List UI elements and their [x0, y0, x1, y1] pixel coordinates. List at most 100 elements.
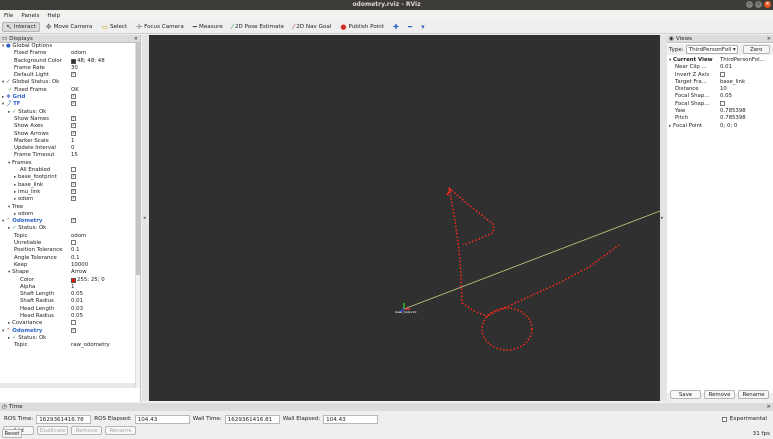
tree-row[interactable]: Frame Rate 30 [0, 65, 135, 72]
menu-help[interactable]: Help [47, 13, 60, 19]
row-value-text[interactable]: 1 [71, 138, 74, 145]
tool-measure[interactable]: ━ Measure [190, 22, 226, 32]
experimental-checkbox[interactable] [721, 416, 727, 422]
expand-arrow-icon[interactable]: ▾ [2, 102, 4, 107]
row-value-text[interactable]: OK [71, 87, 79, 94]
tree-row[interactable]: Marker Scale 1 [0, 138, 135, 145]
maximize-icon[interactable]: ▫ [755, 1, 762, 8]
close-panel-icon[interactable]: × [767, 36, 771, 42]
tree-row[interactable]: Keep 10000 [0, 262, 135, 269]
tree-row[interactable]: ▸ Covariance [0, 320, 135, 327]
tool-2d-nav-goal[interactable]: ⁄ 2D Nav Goal [290, 22, 334, 32]
tree-row[interactable]: Show Axes ✓ [0, 123, 135, 130]
row-value-text[interactable]: 30 [71, 65, 78, 72]
tree-row[interactable]: Fixed Frame odom [0, 50, 135, 57]
collapse-left-icon[interactable]: ◂ [143, 215, 146, 221]
left-splitter[interactable]: ◂ [142, 35, 149, 401]
row-value-text[interactable]: odom [71, 233, 86, 240]
tree-row[interactable]: Show Names ✓ [0, 115, 135, 123]
tree-row[interactable]: ▾ Frames [0, 160, 135, 167]
tree-row[interactable]: Topic odom [0, 233, 135, 240]
tree-row[interactable]: ▾ ✓ Global Status: Ok [0, 79, 135, 86]
remove-view-button[interactable]: Remove [704, 390, 735, 399]
row-value-text[interactable]: 0.785398 [720, 115, 746, 122]
checkbox[interactable]: ✓ [71, 123, 76, 129]
checkbox[interactable]: ✓ [71, 188, 76, 194]
tree-row[interactable]: Frame Timeout 15 [0, 152, 135, 159]
tool-remove-tool[interactable]: ━ [405, 22, 415, 32]
right-splitter[interactable]: ▸ [660, 35, 667, 401]
checkbox[interactable]: ✓ [71, 218, 76, 224]
row-value-text[interactable]: 0.05 [71, 291, 83, 298]
tool-tool-properties[interactable]: ▾ [418, 22, 428, 32]
tree-row[interactable]: ▸ Focal Point 0; 0; 0 [667, 123, 773, 130]
tree-row[interactable]: ▾ ⌃ Odometry ✓ [0, 218, 135, 225]
tree-row[interactable]: Focal Shap... 0.05 [667, 93, 773, 100]
row-value-text[interactable]: 0.03 [71, 306, 83, 313]
row-value-text[interactable]: 0.01 [71, 298, 83, 305]
reset-button[interactable]: Reset [2, 429, 22, 438]
tree-row[interactable]: ▸ odom [0, 211, 135, 218]
row-value-text[interactable]: odom [71, 50, 86, 57]
tree-row[interactable]: Near Clip ... 0.01 [667, 64, 773, 71]
tree-row[interactable]: Focal Shap... [667, 100, 773, 108]
collapse-right-icon[interactable]: ▸ [661, 215, 664, 221]
tree-row[interactable]: ▾ Shape Arrow [0, 269, 135, 276]
expand-arrow-icon[interactable]: ▾ [8, 270, 10, 275]
checkbox[interactable] [71, 167, 76, 173]
row-value-text[interactable]: 15 [71, 152, 78, 159]
row-value-text[interactable]: 48; 48; 48 [77, 58, 105, 65]
tool-publish-point[interactable]: ● Publish Point [337, 22, 387, 32]
tree-row[interactable]: ▸ base_footprint ✓ [0, 174, 135, 181]
checkbox[interactable]: ✓ [71, 130, 76, 136]
tree-row[interactable]: Show Arrows ✓ [0, 130, 135, 138]
tool-focus-camera[interactable]: ✛ Focus Camera [133, 22, 187, 32]
view-type-select[interactable]: ThirdPersonFoll [685, 45, 738, 54]
tree-row[interactable]: Angle Tolerance 0.1 [0, 255, 135, 262]
tree-row[interactable]: ▸ base_link ✓ [0, 181, 135, 189]
close-panel-icon[interactable]: × [134, 36, 138, 42]
tree-row[interactable]: ▾ ● Global Options [0, 43, 135, 50]
color-swatch[interactable] [71, 277, 76, 283]
checkbox[interactable]: ✓ [71, 101, 76, 107]
row-value-text[interactable]: 0.1 [71, 255, 80, 262]
checkbox[interactable] [71, 320, 76, 326]
tool-interact[interactable]: ↖ Interact [2, 22, 40, 32]
row-value-text[interactable]: 0; 0; 0 [720, 123, 737, 130]
tree-row[interactable]: Color 255; 25; 0 [0, 277, 135, 284]
close-panel-icon[interactable]: × [766, 404, 771, 410]
row-value-text[interactable]: 0.1 [71, 247, 80, 254]
collapse-arrow-icon[interactable]: ▸ [14, 212, 16, 217]
row-value-text[interactable]: ThirdPersonFol... [720, 57, 765, 64]
collapse-arrow-icon[interactable]: ▸ [14, 183, 16, 188]
checkbox[interactable] [720, 100, 725, 106]
displays-scrollbar[interactable] [135, 43, 141, 388]
checkbox[interactable] [720, 71, 725, 77]
checkbox[interactable]: ✓ [71, 174, 76, 180]
row-value-text[interactable]: 0.05 [71, 313, 83, 320]
scrollbar-thumb[interactable] [136, 43, 141, 275]
tree-row[interactable]: Update Interval 0 [0, 145, 135, 152]
tree-row[interactable]: Head Radius 0.05 [0, 313, 135, 320]
row-value-text[interactable]: 10 [720, 86, 727, 93]
tree-row[interactable]: All Enabled [0, 167, 135, 174]
expand-arrow-icon[interactable]: ▾ [2, 44, 4, 49]
row-value-text[interactable]: 1 [71, 284, 74, 291]
color-swatch[interactable] [71, 58, 76, 64]
tree-row[interactable]: Invert Z Axis [667, 71, 773, 79]
tree-row[interactable]: Unreliable [0, 240, 135, 247]
tree-row[interactable]: Distance 10 [667, 86, 773, 93]
row-value-text[interactable]: base_link [720, 79, 745, 86]
collapse-arrow-icon[interactable]: ▸ [8, 321, 10, 326]
tree-row[interactable]: ▸ odom ✓ [0, 196, 135, 203]
tree-row[interactable]: Head Length 0.03 [0, 306, 135, 313]
menu-file[interactable]: File [4, 13, 13, 19]
tree-row[interactable]: Yaw 0.785398 [667, 108, 773, 115]
tree-row[interactable]: ✓ Fixed Frame OK [0, 87, 135, 94]
tree-row[interactable]: Shaft Length 0.05 [0, 291, 135, 298]
tree-row[interactable]: Background Color 48; 48; 48 [0, 58, 135, 65]
row-value-text[interactable]: Arrow [71, 269, 87, 276]
row-value-text[interactable]: raw_odometry [71, 342, 110, 349]
collapse-arrow-icon[interactable]: ▸ [8, 226, 10, 231]
expand-arrow-icon[interactable]: ▾ [8, 161, 10, 166]
